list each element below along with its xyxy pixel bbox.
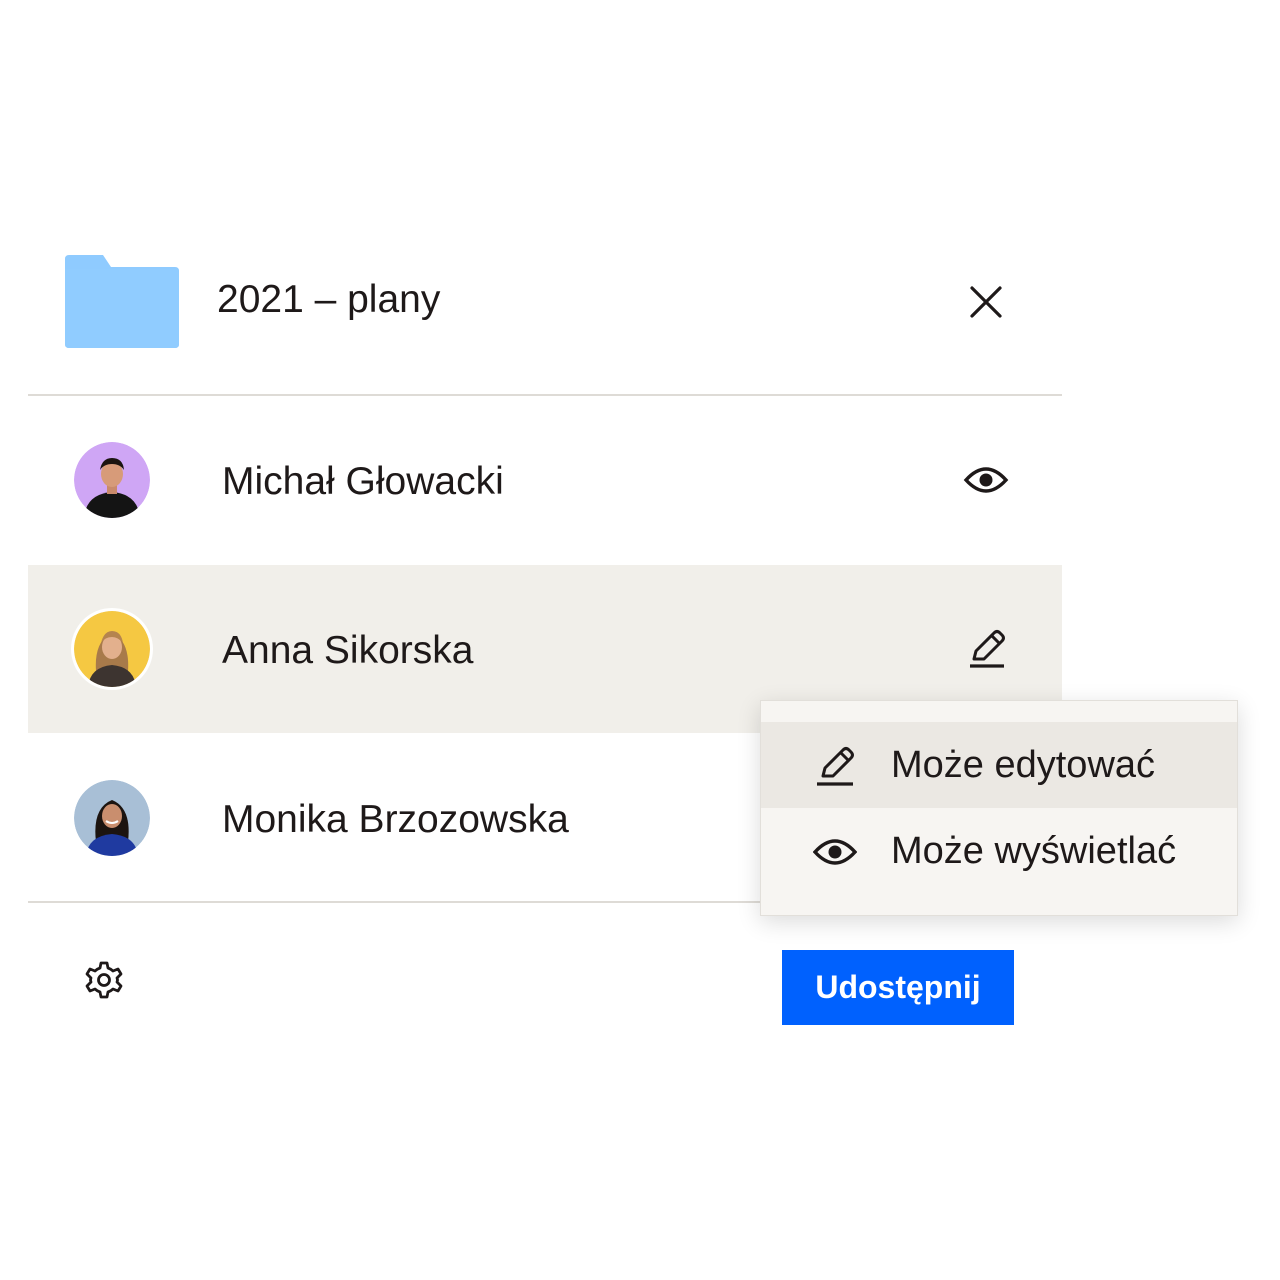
option-label: Może wyświetlać xyxy=(891,830,1177,872)
member-name: Michał Głowacki xyxy=(222,460,504,503)
member-name: Anna Sikorska xyxy=(222,629,474,672)
settings-button[interactable] xyxy=(84,960,124,1000)
dialog-footer: Udostępnij xyxy=(28,902,1062,1042)
permission-dropdown: Może edytować Może wyświetlać xyxy=(760,700,1238,916)
gear-icon xyxy=(85,961,123,999)
eye-icon xyxy=(963,467,1009,493)
member-row[interactable]: Michał Głowacki xyxy=(28,396,1062,564)
permission-button[interactable] xyxy=(962,629,1010,669)
avatar xyxy=(74,780,150,856)
close-button[interactable] xyxy=(966,282,1006,322)
eye-icon xyxy=(813,839,857,865)
folder-icon xyxy=(65,255,179,348)
share-button[interactable]: Udostępnij xyxy=(782,950,1014,1025)
folder-title: 2021 – plany xyxy=(217,278,441,321)
avatar xyxy=(74,442,150,518)
member-name: Monika Brzozowska xyxy=(222,798,569,841)
permission-button[interactable] xyxy=(962,460,1010,500)
avatar xyxy=(74,611,150,687)
option-can-edit[interactable]: Może edytować xyxy=(761,722,1237,808)
option-label: Może edytować xyxy=(891,744,1156,786)
pencil-icon xyxy=(970,630,1005,668)
option-can-view[interactable]: Może wyświetlać xyxy=(761,808,1237,894)
close-icon xyxy=(970,286,1002,318)
share-dialog: 2021 – plany Michał Głowacki Anna Sikors… xyxy=(28,210,1062,1050)
dialog-header: 2021 – plany xyxy=(28,210,1062,395)
pencil-icon xyxy=(817,747,854,786)
